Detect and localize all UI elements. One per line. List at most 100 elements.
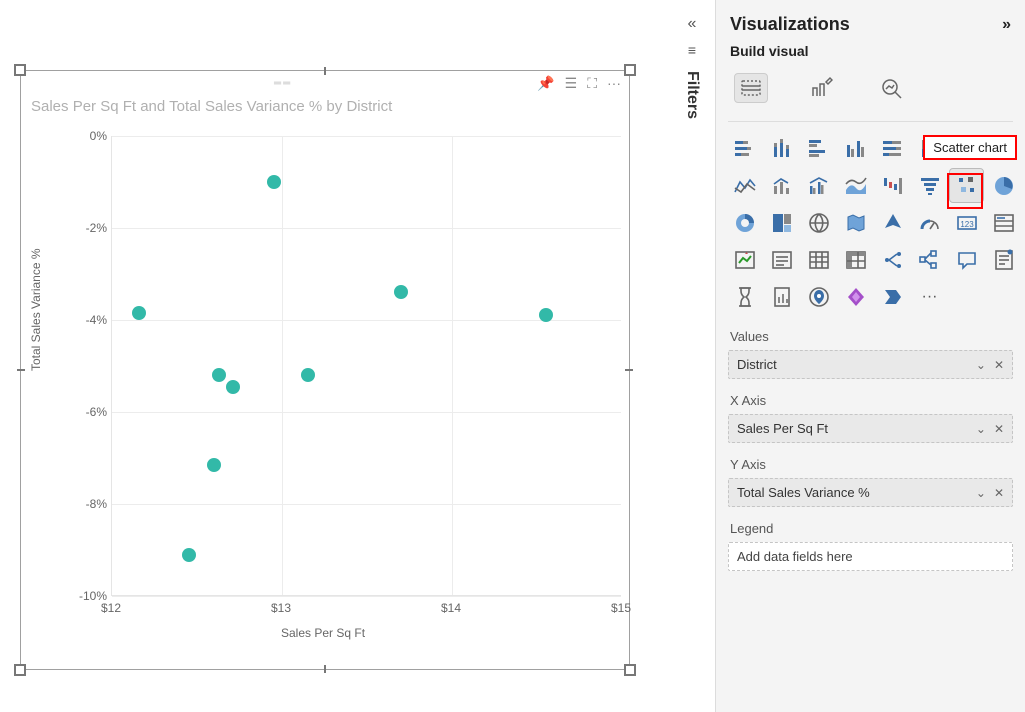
pane-title: Visualizations: [730, 14, 850, 35]
resize-handle[interactable]: [624, 664, 636, 676]
resize-handle[interactable]: [625, 369, 633, 371]
stacked-column-chart-icon[interactable]: [765, 132, 798, 165]
svg-text:123: 123: [960, 220, 974, 229]
funnel-chart-icon[interactable]: [913, 169, 946, 202]
y-tick: 0%: [71, 129, 107, 143]
remove-field-icon[interactable]: ✕: [994, 358, 1004, 372]
resize-handle[interactable]: [14, 64, 26, 76]
line-clustered-column-icon[interactable]: [802, 169, 835, 202]
remove-field-icon[interactable]: ✕: [994, 422, 1004, 436]
decomposition-tree-icon[interactable]: [913, 243, 946, 276]
placeholder-text: Add data fields here: [737, 549, 853, 564]
waterfall-chart-icon[interactable]: [876, 169, 909, 202]
chevron-down-icon[interactable]: ⌄: [976, 422, 986, 436]
line-chart-markers-icon[interactable]: [728, 169, 761, 202]
resize-handle[interactable]: [324, 67, 326, 75]
line-stacked-column-icon[interactable]: [765, 169, 798, 202]
resize-handle[interactable]: [324, 665, 326, 673]
data-point[interactable]: [267, 175, 281, 189]
y-tick: -4%: [71, 313, 107, 327]
narrative-icon[interactable]: [987, 243, 1020, 276]
data-point[interactable]: [132, 306, 146, 320]
x-tick: $12: [101, 601, 121, 615]
resize-handle[interactable]: [624, 64, 636, 76]
yaxis-field-well[interactable]: Total Sales Variance % ⌄ ✕: [728, 478, 1013, 507]
x-tick: $14: [441, 601, 461, 615]
filters-collapsed-pane[interactable]: « ≡ Filters: [680, 15, 704, 119]
drag-grip-icon[interactable]: ══: [29, 78, 537, 89]
y-tick: -8%: [71, 497, 107, 511]
pane-subtitle: Build visual: [728, 39, 1013, 63]
resize-handle[interactable]: [14, 664, 26, 676]
tab-build-visual[interactable]: [734, 73, 768, 103]
tab-analytics[interactable]: [874, 73, 908, 103]
kpi-icon[interactable]: [728, 243, 761, 276]
map-icon[interactable]: [802, 206, 835, 239]
data-point[interactable]: [207, 458, 221, 472]
x-axis-label: Sales Per Sq Ft: [281, 626, 365, 640]
x-tick: $13: [271, 601, 291, 615]
filters-pane-icon: ≡: [688, 43, 696, 57]
data-point[interactable]: [394, 285, 408, 299]
visualizations-pane: Visualizations » Build visual 123 ··· Sca…: [715, 0, 1025, 712]
field-name: Total Sales Variance %: [737, 485, 870, 500]
stacked-bar-chart-icon[interactable]: [728, 132, 761, 165]
ribbon-chart-icon[interactable]: [839, 169, 872, 202]
treemap-icon[interactable]: [765, 206, 798, 239]
table-icon[interactable]: [802, 243, 835, 276]
filled-map-icon[interactable]: [839, 206, 872, 239]
goals-icon[interactable]: [728, 280, 761, 313]
multi-row-card-icon[interactable]: [987, 206, 1020, 239]
y-tick: -2%: [71, 221, 107, 235]
100-stacked-bar-chart-icon[interactable]: [876, 132, 909, 165]
azure-map-icon[interactable]: [876, 206, 909, 239]
paginated-report-icon[interactable]: [765, 280, 798, 313]
data-point[interactable]: [212, 368, 226, 382]
card-icon[interactable]: 123: [950, 206, 983, 239]
focus-mode-icon[interactable]: ⛶: [587, 75, 597, 92]
more-visuals-icon[interactable]: ···: [913, 280, 946, 313]
data-point[interactable]: [539, 308, 553, 322]
collapse-pane-icon[interactable]: »: [1002, 16, 1011, 34]
build-visual-tabs: [728, 63, 1013, 117]
data-point[interactable]: [182, 548, 196, 562]
x-tick: $15: [611, 601, 631, 615]
gauge-icon[interactable]: [913, 206, 946, 239]
scatter-chart-icon[interactable]: [950, 169, 983, 202]
chart-title: Sales Per Sq Ft and Total Sales Variance…: [21, 94, 629, 119]
xaxis-field-well[interactable]: Sales Per Sq Ft ⌄✕: [728, 414, 1013, 443]
pie-chart-icon[interactable]: [987, 169, 1020, 202]
chart-visual-container[interactable]: ══ 📌 ☰ ⛶ ··· Sales Per Sq Ft and Total S…: [20, 70, 630, 670]
clustered-bar-chart-icon[interactable]: [802, 132, 835, 165]
filter-icon[interactable]: ☰: [565, 75, 578, 92]
chevron-down-icon[interactable]: ⌄: [976, 358, 986, 372]
tab-format-visual[interactable]: [804, 73, 838, 103]
resize-handle[interactable]: [17, 369, 25, 371]
donut-chart-icon[interactable]: [728, 206, 761, 239]
values-field-well[interactable]: District ⌄ ✕: [728, 350, 1013, 379]
pin-icon[interactable]: 📌: [537, 75, 554, 92]
key-influencers-icon[interactable]: [876, 243, 909, 276]
matrix-icon[interactable]: [839, 243, 872, 276]
power-automate-icon[interactable]: [876, 280, 909, 313]
field-name: District: [737, 357, 777, 372]
y-axis-label: Total Sales Variance %: [29, 248, 43, 371]
data-point[interactable]: [226, 380, 240, 394]
legend-field-well-empty[interactable]: Add data fields here: [728, 542, 1013, 571]
data-point[interactable]: [301, 368, 315, 382]
plot-area: [111, 136, 621, 596]
qna-icon[interactable]: [950, 243, 983, 276]
tooltip-scatter-chart: Scatter chart: [923, 135, 1017, 160]
more-options-icon[interactable]: ···: [607, 75, 621, 92]
expand-filters-icon[interactable]: «: [688, 15, 697, 33]
power-apps-icon[interactable]: [839, 280, 872, 313]
xaxis-well-label: X Axis: [730, 393, 1011, 408]
legend-well-label: Legend: [730, 521, 1011, 536]
filters-label: Filters: [683, 71, 701, 119]
clustered-column-chart-icon[interactable]: [839, 132, 872, 165]
y-tick: -6%: [71, 405, 107, 419]
arcgis-map-icon[interactable]: [802, 280, 835, 313]
chevron-down-icon[interactable]: ⌄: [976, 486, 986, 500]
remove-field-icon[interactable]: ✕: [994, 486, 1004, 500]
slicer-icon[interactable]: [765, 243, 798, 276]
